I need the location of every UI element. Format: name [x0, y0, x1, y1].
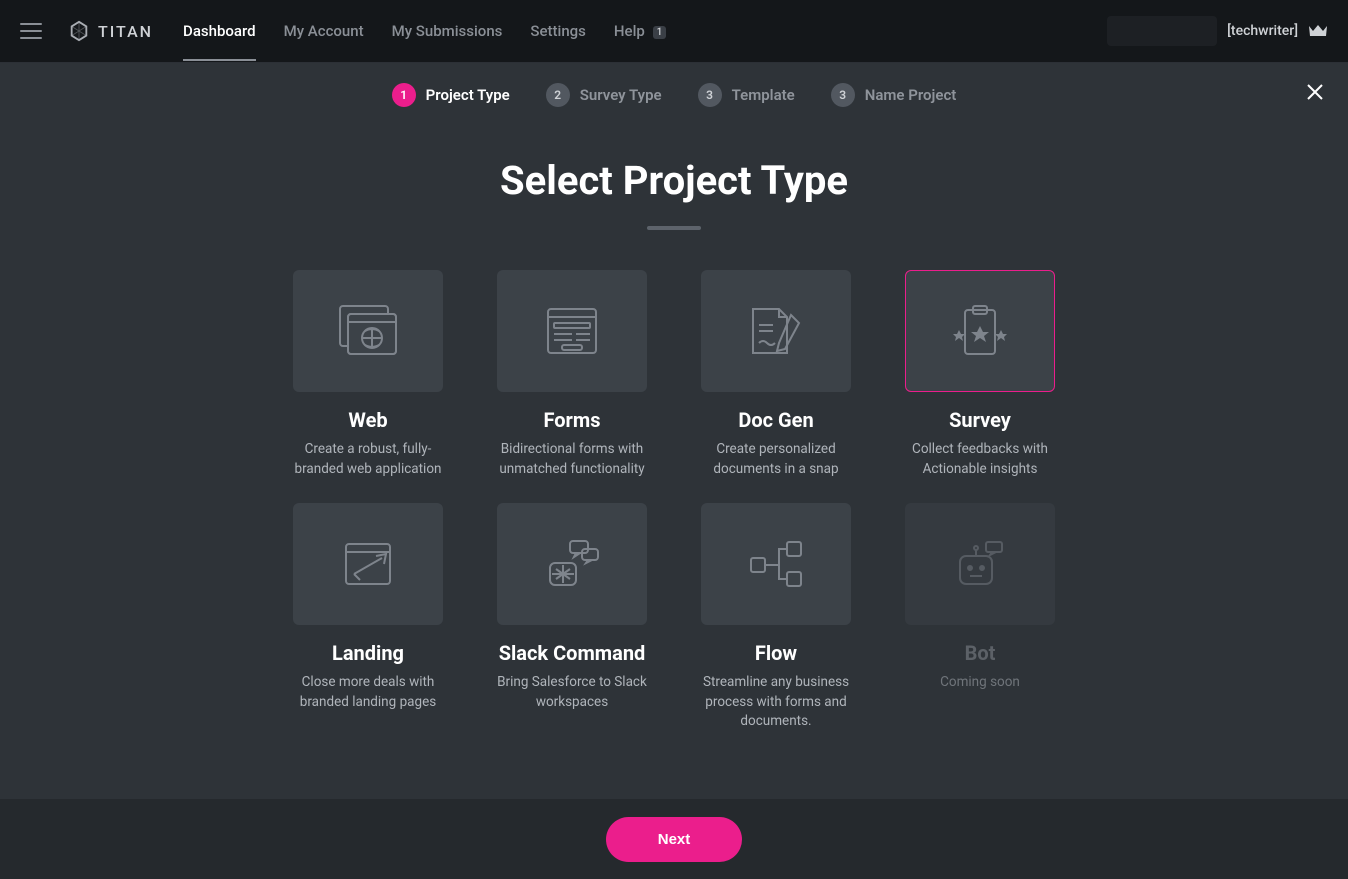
bot-icon [905, 503, 1055, 625]
step-label: Survey Type [580, 86, 662, 104]
step-survey-type[interactable]: 2 Survey Type [546, 83, 662, 107]
slack-icon [497, 503, 647, 625]
landing-icon [293, 503, 443, 625]
step-template[interactable]: 3 Template [698, 83, 795, 107]
nav-label: Help [614, 22, 645, 40]
card-title: Doc Gen [686, 408, 866, 432]
card-desc: Bring Salesforce to Slack workspaces [482, 673, 662, 712]
card-title: Survey [890, 408, 1070, 432]
forms-icon [497, 270, 647, 392]
project-type-grid: Web Create a robust, fully-branded web a… [0, 270, 1348, 732]
brand-logo[interactable]: TITAN [68, 20, 153, 42]
topbar: TITAN Dashboard My Account My Submission… [0, 0, 1348, 63]
project-type-survey[interactable]: Survey Collect feedbacks with Actionable… [890, 270, 1070, 479]
project-type-web[interactable]: Web Create a robust, fully-branded web a… [278, 270, 458, 479]
card-desc: Streamline any business process with for… [686, 673, 866, 732]
project-type-bot: Bot Coming soon [890, 503, 1070, 732]
nav-my-account[interactable]: My Account [284, 2, 364, 60]
logo-icon [68, 20, 90, 42]
brand-text: TITAN [98, 22, 153, 41]
survey-icon [905, 270, 1055, 392]
topbar-right: [techwriter] [1107, 16, 1328, 46]
card-title: Forms [482, 408, 662, 432]
nav-dashboard[interactable]: Dashboard [183, 2, 256, 60]
nav-help[interactable]: Help 1 [614, 2, 666, 60]
card-desc: Collect feedbacks with Actionable insigh… [890, 440, 1070, 479]
wizard-footer: Next [0, 799, 1348, 879]
card-desc: Bidirectional forms with unmatched funct… [482, 440, 662, 479]
help-badge: 1 [653, 26, 667, 39]
card-title: Landing [278, 641, 458, 665]
card-desc: Create a robust, fully-branded web appli… [278, 440, 458, 479]
project-type-landing[interactable]: Landing Close more deals with branded la… [278, 503, 458, 732]
nav-label: My Submissions [392, 22, 503, 40]
step-number: 3 [831, 83, 855, 107]
step-project-type[interactable]: 1 Project Type [392, 83, 510, 107]
title-divider [647, 226, 701, 230]
project-type-forms[interactable]: Forms Bidirectional forms with unmatched… [482, 270, 662, 479]
step-label: Name Project [865, 86, 957, 104]
search-area[interactable] [1107, 16, 1217, 46]
web-icon [293, 270, 443, 392]
crown-icon[interactable] [1308, 22, 1328, 41]
step-label: Project Type [426, 86, 510, 104]
project-wizard-modal: 1 Project Type 2 Survey Type 3 Template … [0, 63, 1348, 879]
next-button[interactable]: Next [606, 817, 743, 862]
step-label: Template [732, 86, 795, 104]
nav-label: Dashboard [183, 22, 256, 40]
project-type-docgen[interactable]: Doc Gen Create personalized documents in… [686, 270, 866, 479]
username[interactable]: [techwriter] [1227, 23, 1298, 39]
project-type-flow[interactable]: Flow Streamline any business process wit… [686, 503, 866, 732]
wizard-steps: 1 Project Type 2 Survey Type 3 Template … [0, 83, 1348, 107]
nav-my-submissions[interactable]: My Submissions [392, 2, 503, 60]
nav-label: My Account [284, 22, 364, 40]
step-number: 2 [546, 83, 570, 107]
close-button[interactable] [1306, 83, 1324, 105]
step-name-project[interactable]: 3 Name Project [831, 83, 957, 107]
close-icon [1306, 83, 1324, 101]
project-type-slack[interactable]: Slack Command Bring Salesforce to Slack … [482, 503, 662, 732]
card-title: Bot [890, 641, 1070, 665]
card-desc: Close more deals with branded landing pa… [278, 673, 458, 712]
docgen-icon [701, 270, 851, 392]
page-title: Select Project Type [0, 157, 1348, 204]
top-nav: Dashboard My Account My Submissions Sett… [183, 2, 666, 60]
nav-label: Settings [530, 22, 586, 40]
step-number: 1 [392, 83, 416, 107]
card-desc: Coming soon [890, 673, 1070, 693]
card-title: Web [278, 408, 458, 432]
step-number: 3 [698, 83, 722, 107]
card-title: Flow [686, 641, 866, 665]
menu-icon[interactable] [20, 23, 42, 39]
flow-icon [701, 503, 851, 625]
nav-settings[interactable]: Settings [530, 2, 586, 60]
card-title: Slack Command [482, 641, 662, 665]
card-desc: Create personalized documents in a snap [686, 440, 866, 479]
